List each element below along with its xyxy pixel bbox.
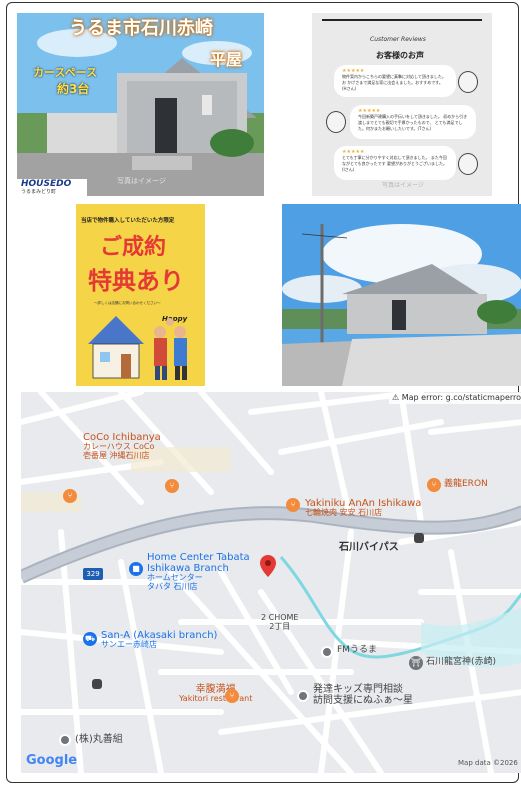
poi-pin-icon[interactable] — [59, 734, 71, 746]
shrine-icon[interactable]: ⛩ — [409, 656, 423, 670]
place-san-a[interactable]: San-A (Akasaki branch) サンエー赤崎店 — [101, 630, 217, 650]
listing-title: うるま市石川赤崎 — [69, 18, 213, 39]
review-text: 物件案内からこちらの要望に真摯に対応して頂きました。お かげさまで満足な家に出会… — [342, 74, 446, 91]
review-bubble-1: ★★★★★ 物件案内からこちらの要望に真摯に対応して頂きました。お かげさまで満… — [334, 65, 456, 97]
listing-photo-exterior[interactable]: うるま市石川赤崎 平屋 カースペース 約3台 HOUSEDO うるまみどり町 写… — [17, 13, 264, 196]
poi-pin-icon[interactable] — [297, 690, 309, 702]
district-label-2-chome: 2 CHOME 2丁目 — [261, 613, 299, 632]
house-exterior-illustration — [17, 13, 264, 196]
place-ishikawa-ryugu-shrine[interactable]: 石川龍宮神(赤崎) — [426, 657, 496, 668]
district-name-jp: 2丁目 — [269, 621, 291, 631]
review-text: とても丁寧に分かりやすく対応して頂きました。 また今回ながとても良かったです 要… — [342, 155, 447, 172]
review-text: 今回新築戸建購入の手伝いをして頂きました。 初めから引き渡しまでとても親切で手厚… — [358, 114, 468, 131]
reviews-heading-jp: お客様のお声 — [376, 51, 424, 60]
place-name-jp: 七輪焼肉 安安 石川店 — [305, 508, 383, 517]
reviewer-avatar-icon — [326, 111, 346, 133]
place-gi-ryu-eron[interactable]: 義龍ERON — [444, 479, 488, 490]
road-label-ishikawa-bypass: 石川バイパス — [339, 542, 399, 553]
street-view-illustration — [282, 204, 521, 386]
reviews-heading-en: Customer Reviews — [370, 36, 426, 43]
route-badge: 329 — [83, 568, 103, 580]
place-fm-uruma[interactable]: FMうるま — [337, 645, 377, 656]
food-pin-icon[interactable]: ⑂ — [165, 479, 179, 493]
reviews-watermark: 写真はイメージ — [382, 182, 424, 189]
map-error-text: Map error: g.co/staticmaperror — [401, 393, 521, 402]
poi-pin-icon[interactable] — [321, 646, 333, 658]
shopping-cart-icon[interactable]: ⛟ — [83, 632, 97, 646]
map-error-banner: ⚠ Map error: g.co/staticmaperror — [389, 393, 521, 404]
place-yakiniku-anan[interactable]: Yakiniku AnAn Ishikawa 七輪焼肉 安安 石川店 — [305, 498, 421, 518]
place-name: 訪問支援にぬふぁ～星 — [313, 695, 413, 706]
listing-subtitle: 平屋 — [210, 50, 243, 69]
parking-line-1: カースペース — [33, 66, 98, 79]
map-view[interactable]: ⚠ Map error: g.co/staticmaperror CoCo Ic… — [21, 392, 521, 773]
listing-photo-street[interactable] — [282, 204, 521, 386]
brand-branch: うるまみどり町 — [21, 189, 57, 195]
place-name: Home Center Tabata — [147, 552, 250, 563]
customer-reviews-card[interactable]: Customer Reviews お客様のお声 ★★★★★ 物件案内からこちらの… — [312, 13, 492, 196]
bus-stop-icon[interactable] — [414, 533, 424, 543]
reviews-top-rule — [322, 19, 482, 21]
review-bubble-2: ★★★★★ 今回新築戸建購入の手伝いをして頂きました。 初めから引き渡しまでとて… — [350, 105, 476, 139]
map-attribution[interactable]: Map data ©2026 — [458, 759, 518, 768]
parking-line-2: 約3台 — [57, 82, 90, 96]
place-koufuku-manpuku[interactable]: 幸腹満福 Yakitori restaurant — [179, 684, 252, 704]
place-name: 発達キッズ専門相談 — [313, 684, 403, 695]
food-pin-icon[interactable]: ⑂ — [427, 478, 441, 492]
place-hattatsu-kids[interactable]: 発達キッズ専門相談 訪問支援にぬふぁ～星 — [313, 684, 413, 706]
place-name: Yakitori restaurant — [179, 694, 253, 703]
reviewer-avatar-icon — [458, 153, 478, 175]
place-name-jp: 壱番屋 沖縄石川店 — [83, 450, 150, 460]
food-pin-icon[interactable]: ⑂ — [63, 489, 77, 503]
google-logo: Google — [26, 753, 78, 768]
review-bubble-3: ★★★★★ とても丁寧に分かりやすく対応して頂きました。 また今回ながとても良か… — [334, 146, 456, 180]
campaign-card[interactable]: 当店で物件購入していただいた方限定 ご成約 特典あり ～詳しくは店舗にお問い合わ… — [76, 204, 205, 386]
place-home-center-tabata[interactable]: Home Center Tabata Ishikawa Branch ホームセン… — [147, 552, 250, 592]
food-pin-icon[interactable]: ⑂ — [225, 689, 239, 703]
shop-pin-icon[interactable]: ■ — [129, 562, 143, 576]
food-pin-icon[interactable]: ⑂ — [286, 498, 300, 512]
reviewer-avatar-icon — [458, 71, 478, 93]
location-pin-icon[interactable] — [260, 555, 276, 577]
place-name-jp: タバタ 石川店 — [147, 581, 198, 591]
photo-watermark: 写真はイメージ — [117, 177, 166, 185]
place-name-jp: サンエー赤崎店 — [101, 640, 157, 649]
place-maruzen-gumi[interactable]: (株)丸善組 — [75, 734, 123, 745]
place-coco-ichibanya[interactable]: CoCo Ichibanya カレーハウス CoCo 壱番屋 沖縄石川店 — [83, 432, 161, 461]
family-house-illustration — [88, 316, 187, 380]
bus-stop-icon[interactable] — [92, 679, 102, 689]
